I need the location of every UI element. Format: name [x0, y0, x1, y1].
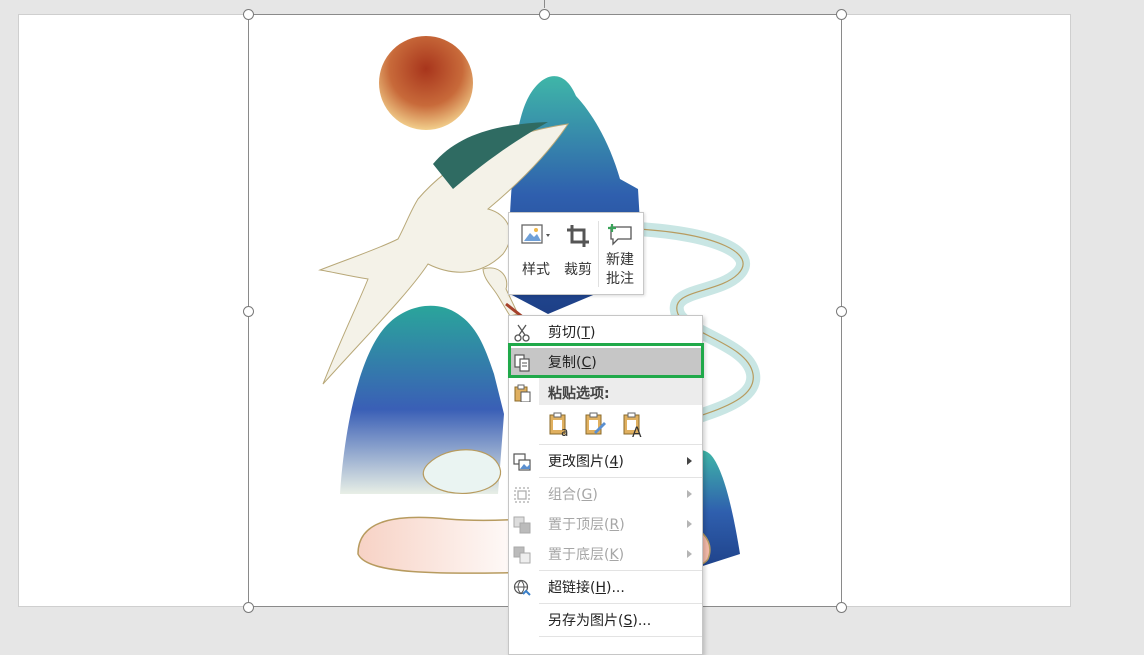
menu-item-send-to-back-label: 置于底层(K): [548, 547, 625, 563]
change-picture-icon: [513, 453, 531, 471]
menu-item-change-picture[interactable]: 更改图片(4): [509, 447, 702, 477]
svg-text:a: a: [561, 425, 568, 438]
paste-keep-source-formatting-icon[interactable]: a: [548, 412, 572, 438]
submenu-arrow-icon: [687, 490, 692, 498]
resize-handle-bottom-left[interactable]: [243, 602, 254, 613]
resize-handle-right[interactable]: [836, 306, 847, 317]
scissors-icon: [514, 324, 530, 342]
menu-item-save-as-picture[interactable]: 另存为图片(S)...: [509, 606, 702, 636]
menu-item-hyperlink[interactable]: 超链接(H)...: [509, 573, 702, 603]
bring-to-front-icon: [513, 516, 531, 534]
mini-toolbar: 样式 裁剪 新建 批注: [508, 212, 644, 295]
hyperlink-icon: [513, 579, 531, 596]
menu-separator: [539, 477, 702, 478]
resize-handle-top[interactable]: [539, 9, 550, 20]
rotation-connector: [544, 0, 545, 8]
style-label: 样式: [522, 262, 550, 278]
paste-picture-icon[interactable]: [584, 412, 608, 438]
crop-button[interactable]: 裁剪: [557, 213, 599, 296]
style-button[interactable]: 样式: [515, 213, 557, 296]
menu-separator: [539, 444, 702, 445]
crop-icon: [567, 225, 589, 247]
new-comment-label-1: 新建: [606, 252, 634, 268]
paste-options-label: 粘贴选项:: [548, 386, 610, 402]
picture-style-icon: [521, 224, 550, 244]
menu-item-group-label: 组合(G): [548, 487, 598, 503]
menu-separator: [539, 570, 702, 571]
new-comment-button[interactable]: 新建 批注: [601, 213, 639, 296]
submenu-arrow-icon: [687, 457, 692, 465]
new-comment-icon: [608, 224, 632, 246]
copy-highlight-box: [508, 343, 704, 378]
crop-label: 裁剪: [564, 262, 592, 278]
menu-separator: [539, 603, 702, 604]
resize-handle-left[interactable]: [243, 306, 254, 317]
paste-icon: [514, 384, 531, 402]
menu-item-change-picture-label: 更改图片(4): [548, 454, 624, 470]
menu-item-bring-to-front[interactable]: 置于顶层(R): [509, 510, 702, 540]
menu-item-cut-label: 剪切(T): [548, 325, 596, 341]
submenu-arrow-icon: [687, 550, 692, 558]
resize-handle-top-left[interactable]: [243, 9, 254, 20]
toolbar-divider: [598, 221, 599, 287]
resize-handle-bottom-right[interactable]: [836, 602, 847, 613]
paste-keep-text-only-icon[interactable]: A: [622, 412, 646, 438]
menu-item-hyperlink-label: 超链接(H)...: [548, 580, 625, 596]
menu-item-bring-to-front-label: 置于顶层(R): [548, 517, 625, 533]
group-icon: [514, 487, 530, 503]
svg-text:A: A: [632, 425, 642, 438]
send-to-back-icon: [513, 546, 531, 564]
new-comment-label-2: 批注: [606, 271, 634, 287]
resize-handle-top-right[interactable]: [836, 9, 847, 20]
paste-options-header: 粘贴选项:: [539, 378, 702, 405]
menu-item-save-as-picture-label: 另存为图片(S)...: [548, 613, 652, 629]
menu-item-group[interactable]: 组合(G): [509, 480, 702, 510]
submenu-arrow-icon: [687, 520, 692, 528]
menu-separator: [539, 636, 702, 637]
menu-item-send-to-back[interactable]: 置于底层(K): [509, 540, 702, 570]
